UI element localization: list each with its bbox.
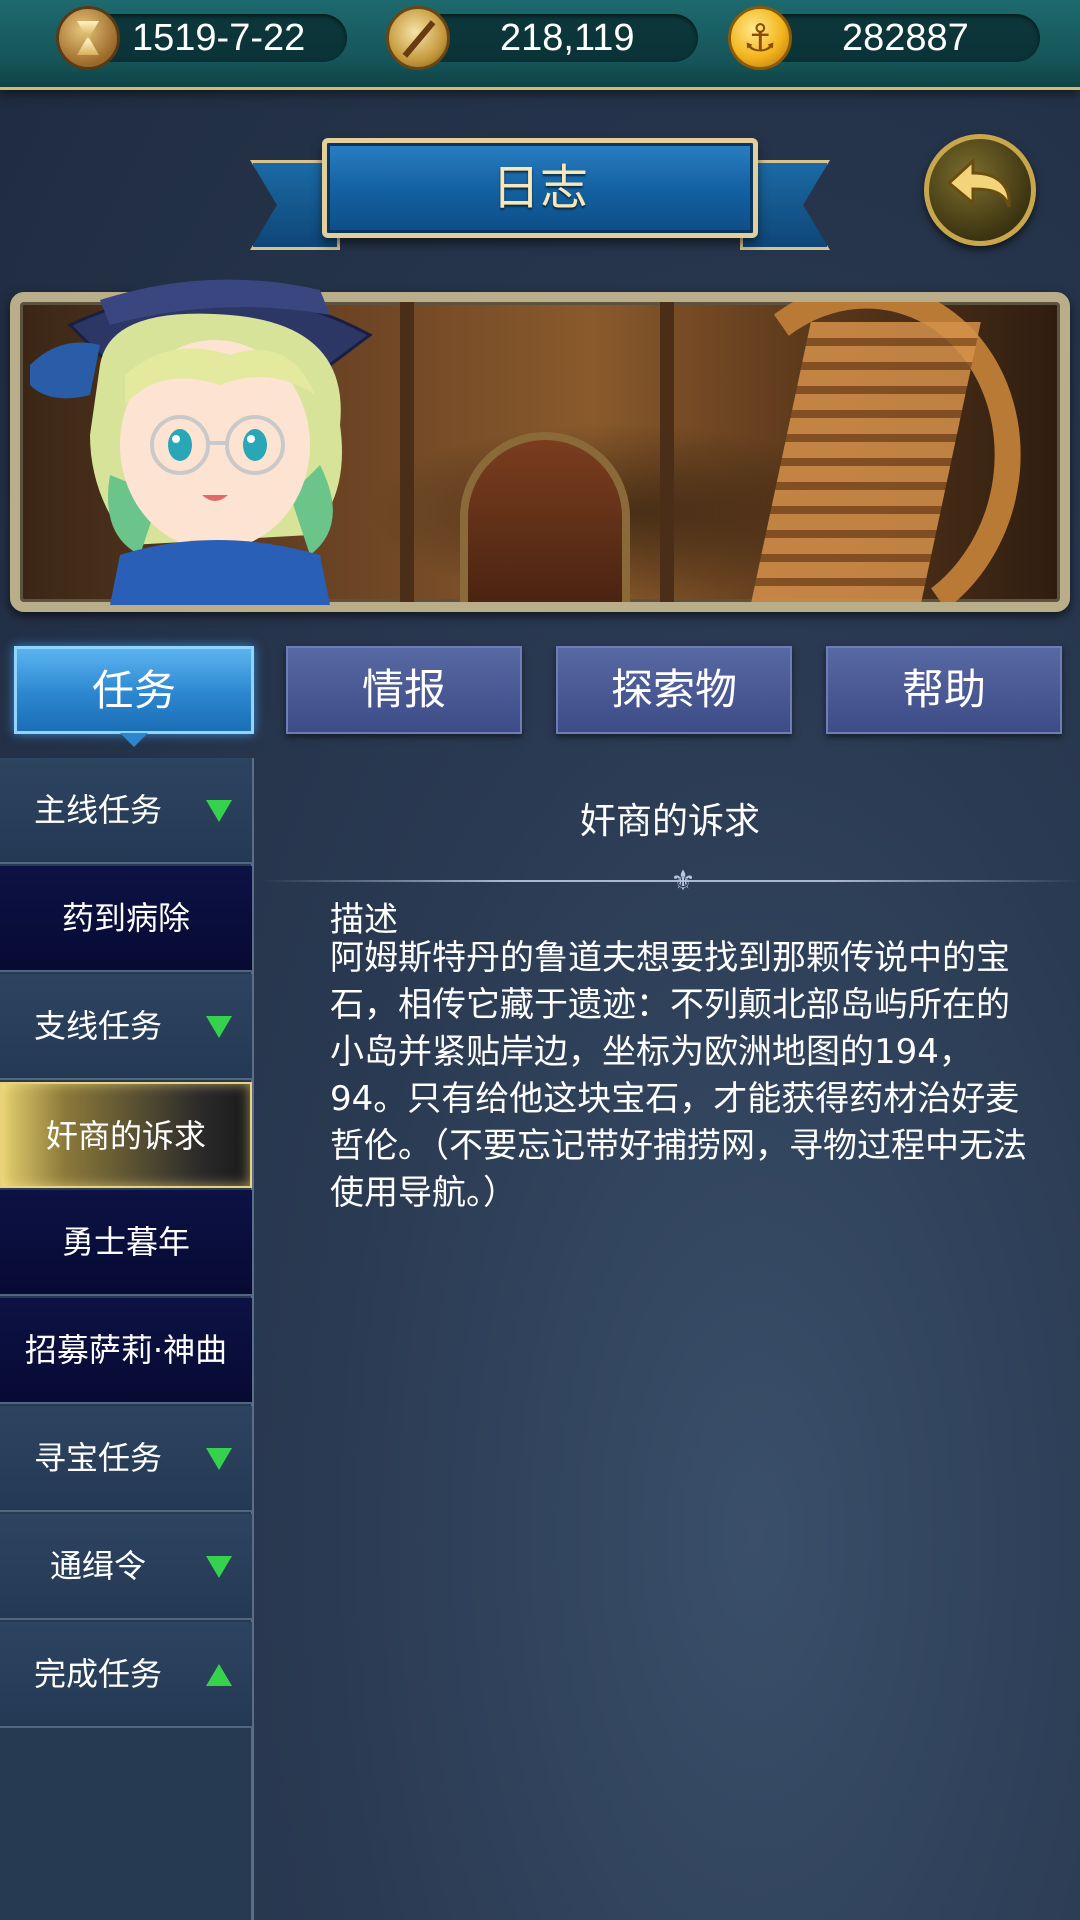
tab-quests[interactable]: 任务	[14, 646, 254, 747]
quest-title: 奸商的诉求	[579, 801, 760, 842]
category-completed-quests[interactable]: 完成任务	[0, 1622, 252, 1728]
expand-arrow-icon	[206, 1448, 232, 1470]
category-label: 支线任务	[34, 1007, 163, 1045]
quest-item-label: 勇士暮年	[61, 1223, 190, 1261]
compass-icon	[386, 6, 450, 70]
category-label: 寻宝任务	[34, 1439, 163, 1477]
category-label: 主线任务	[34, 791, 163, 829]
hourglass-icon	[56, 6, 120, 70]
status-bar: 1519-7-22 218,119 282887	[0, 0, 1080, 90]
character-portrait	[30, 279, 373, 605]
back-arrow-icon	[946, 157, 1011, 208]
quest-description: 阿姆斯特丹的鲁道夫想要找到那颗传说中的宝石，相传它藏于遗迹：不列颠北部岛屿所在的…	[330, 938, 1027, 1213]
gold-value: 282887	[842, 17, 969, 59]
category-treasure-quests[interactable]: 寻宝任务	[0, 1406, 252, 1512]
quest-item-label: 药到病除	[61, 899, 190, 937]
quest-item[interactable]: 药到病除	[0, 866, 252, 972]
tab-help[interactable]: 帮助	[826, 646, 1062, 734]
back-button[interactable]	[924, 134, 1036, 246]
quest-sidebar: 主线任务 药到病除 支线任务 奸商的诉求 勇士暮年 招募萨莉·神曲 寻宝任务 通…	[0, 758, 254, 1920]
expand-arrow-icon	[206, 1016, 232, 1038]
category-main-quests[interactable]: 主线任务	[0, 758, 252, 864]
wood-beam	[660, 302, 674, 602]
collapse-arrow-icon	[206, 1664, 232, 1686]
title-banner: 日志	[322, 138, 758, 238]
description-label: 描述	[330, 900, 398, 940]
quest-item[interactable]: 勇士暮年	[0, 1190, 252, 1296]
quest-item-selected[interactable]: 奸商的诉求	[0, 1082, 252, 1188]
exploration-value: 218,119	[500, 17, 635, 59]
quest-item-label: 招募萨莉·神曲	[24, 1331, 228, 1369]
category-label: 通缉令	[50, 1547, 147, 1585]
arched-door	[460, 432, 630, 602]
category-wanted[interactable]: 通缉令	[0, 1514, 252, 1620]
tab-intel[interactable]: 情报	[286, 646, 522, 734]
tab-discoveries[interactable]: 探索物	[556, 646, 792, 734]
date-value: 1519-7-22	[132, 17, 306, 59]
category-side-quests[interactable]: 支线任务	[0, 974, 252, 1080]
quest-item-label: 奸商的诉求	[45, 1117, 206, 1155]
fleur-ornament-icon: ⚜	[670, 864, 696, 897]
expand-arrow-icon	[206, 800, 232, 822]
page-title: 日志	[491, 160, 588, 216]
category-label: 完成任务	[34, 1655, 163, 1693]
expand-arrow-icon	[206, 1556, 232, 1578]
anchor-coin-icon	[728, 6, 792, 70]
quest-item[interactable]: 招募萨莉·神曲	[0, 1298, 252, 1404]
